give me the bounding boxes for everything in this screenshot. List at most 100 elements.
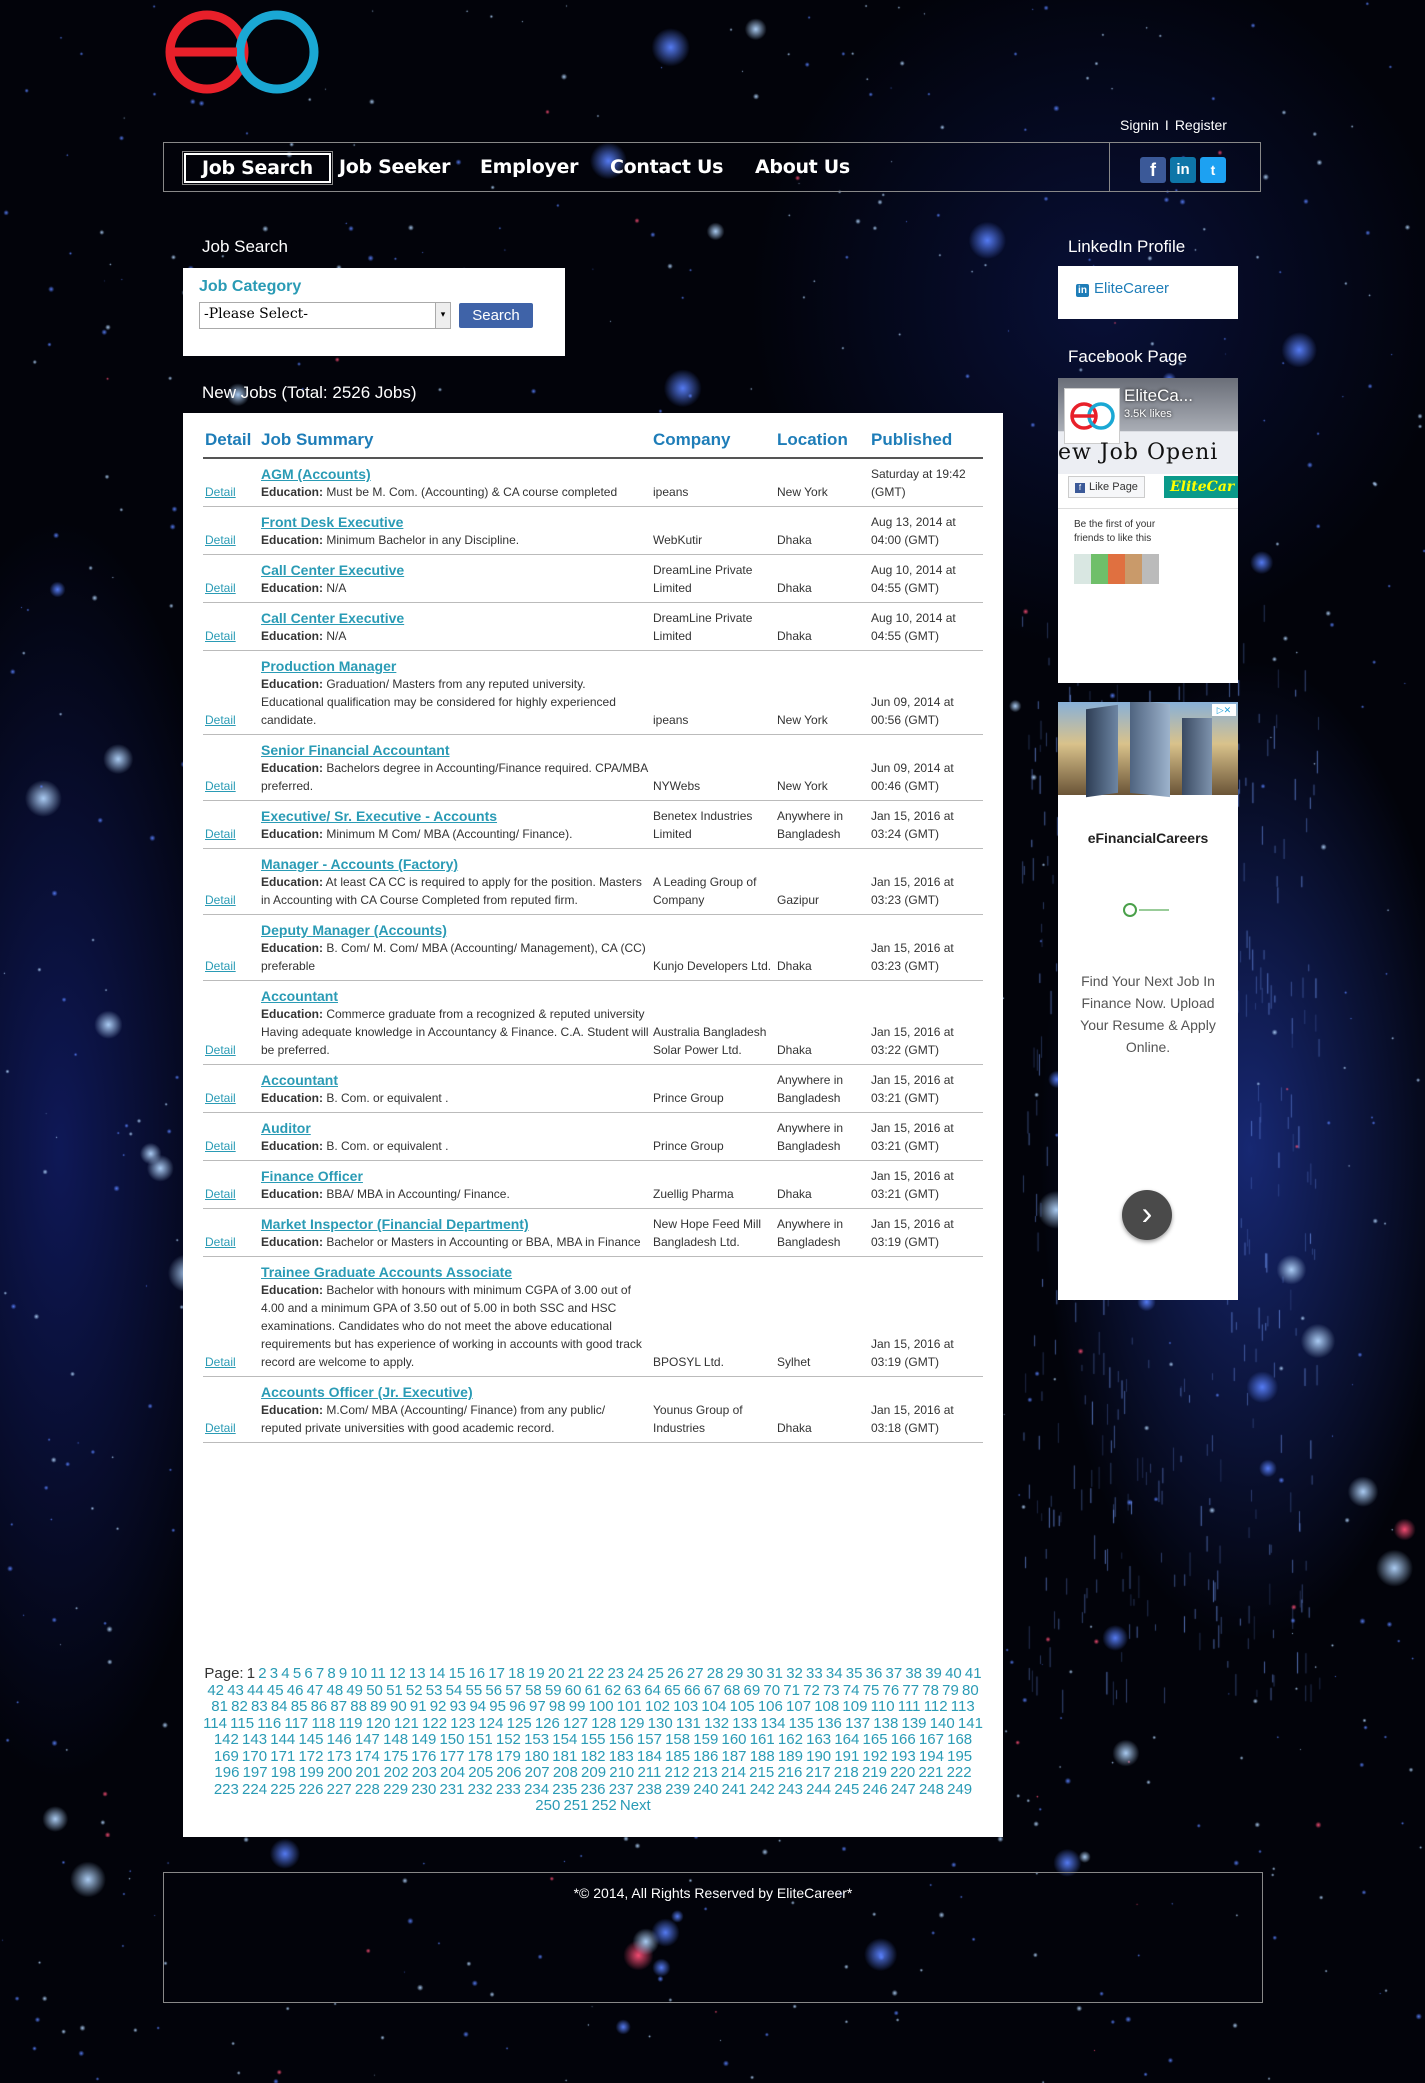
register-link[interactable]: Register bbox=[1175, 117, 1227, 133]
page-link-current[interactable]: 1 bbox=[247, 1665, 255, 1682]
page-link[interactable]: 70 bbox=[763, 1682, 780, 1699]
page-link[interactable]: 146 bbox=[327, 1731, 352, 1748]
page-link[interactable]: 169 bbox=[214, 1748, 239, 1765]
page-link[interactable]: 200 bbox=[327, 1764, 352, 1781]
page-link[interactable]: 180 bbox=[524, 1748, 549, 1765]
page-link[interactable]: 117 bbox=[284, 1715, 308, 1732]
avatar[interactable] bbox=[1142, 554, 1159, 584]
page-link[interactable]: 68 bbox=[724, 1682, 741, 1699]
page-link[interactable]: 172 bbox=[298, 1748, 323, 1765]
page-link[interactable]: 83 bbox=[251, 1698, 268, 1715]
page-link[interactable]: 111 bbox=[898, 1698, 921, 1715]
detail-link[interactable]: Detail bbox=[205, 533, 236, 547]
page-link[interactable]: 62 bbox=[605, 1682, 622, 1699]
page-link[interactable]: 195 bbox=[947, 1748, 972, 1765]
page-link[interactable]: 227 bbox=[327, 1781, 352, 1798]
page-link[interactable]: 30 bbox=[746, 1665, 763, 1682]
page-link[interactable]: 121 bbox=[394, 1715, 419, 1732]
page-link[interactable]: 175 bbox=[383, 1748, 408, 1765]
page-link[interactable]: 126 bbox=[535, 1715, 560, 1732]
page-link[interactable]: 125 bbox=[507, 1715, 532, 1732]
page-link[interactable]: 177 bbox=[439, 1748, 464, 1765]
avatar[interactable] bbox=[1108, 554, 1125, 584]
page-link[interactable]: 231 bbox=[439, 1781, 464, 1798]
page-link[interactable]: 80 bbox=[962, 1682, 979, 1699]
page-link[interactable]: 122 bbox=[422, 1715, 447, 1732]
page-link[interactable]: 157 bbox=[637, 1731, 662, 1748]
page-link[interactable]: 12 bbox=[389, 1665, 406, 1682]
page-link[interactable]: 32 bbox=[786, 1665, 803, 1682]
page-link[interactable]: 94 bbox=[469, 1698, 486, 1715]
page-link[interactable]: 57 bbox=[505, 1682, 522, 1699]
page-link[interactable]: 182 bbox=[580, 1748, 605, 1765]
page-link[interactable]: 217 bbox=[806, 1764, 831, 1781]
page-link[interactable]: 82 bbox=[231, 1698, 248, 1715]
facebook-icon[interactable]: f bbox=[1140, 157, 1166, 183]
page-link[interactable]: 183 bbox=[609, 1748, 634, 1765]
page-link[interactable]: 238 bbox=[637, 1781, 662, 1798]
page-link[interactable]: 36 bbox=[866, 1665, 883, 1682]
page-link[interactable]: 155 bbox=[580, 1731, 605, 1748]
page-link[interactable]: 194 bbox=[919, 1748, 944, 1765]
nav-job-seeker[interactable]: Job Seeker bbox=[339, 156, 450, 178]
page-link[interactable]: 39 bbox=[925, 1665, 942, 1682]
page-link[interactable]: 129 bbox=[619, 1715, 644, 1732]
page-link[interactable]: 96 bbox=[509, 1698, 526, 1715]
page-link[interactable]: 203 bbox=[412, 1764, 437, 1781]
advertisement[interactable]: ▷✕ eFinancialCareers Find Your Next Job … bbox=[1058, 702, 1238, 1300]
nav-job-search[interactable]: Job Search bbox=[182, 151, 333, 185]
page-link[interactable]: 128 bbox=[591, 1715, 616, 1732]
detail-link[interactable]: Detail bbox=[205, 1043, 236, 1057]
page-link[interactable]: 127 bbox=[563, 1715, 588, 1732]
page-link[interactable]: 45 bbox=[267, 1682, 284, 1699]
job-title-link[interactable]: Call Center Executive bbox=[261, 609, 649, 627]
job-title-link[interactable]: AGM (Accounts) bbox=[261, 465, 649, 483]
page-link[interactable]: 185 bbox=[665, 1748, 690, 1765]
page-link[interactable]: 252 bbox=[592, 1797, 617, 1814]
page-link[interactable]: 221 bbox=[918, 1764, 943, 1781]
job-title-link[interactable]: Front Desk Executive bbox=[261, 513, 649, 531]
page-link[interactable]: 87 bbox=[330, 1698, 347, 1715]
page-link[interactable]: 181 bbox=[552, 1748, 577, 1765]
detail-link[interactable]: Detail bbox=[205, 779, 236, 793]
page-link[interactable]: 67 bbox=[704, 1682, 721, 1699]
page-link[interactable]: 249 bbox=[947, 1781, 972, 1798]
job-title-link[interactable]: Accounts Officer (Jr. Executive) bbox=[261, 1383, 649, 1401]
page-link[interactable]: 207 bbox=[525, 1764, 550, 1781]
job-title-link[interactable]: Executive/ Sr. Executive - Accounts bbox=[261, 807, 649, 825]
detail-link[interactable]: Detail bbox=[205, 1187, 236, 1201]
page-link[interactable]: 85 bbox=[291, 1698, 308, 1715]
facebook-like-button[interactable]: f Like Page bbox=[1068, 476, 1145, 498]
page-link[interactable]: 213 bbox=[693, 1764, 718, 1781]
page-link[interactable]: 86 bbox=[311, 1698, 328, 1715]
facebook-page-name[interactable]: EliteCa... bbox=[1124, 386, 1193, 406]
page-link[interactable]: 72 bbox=[803, 1682, 820, 1699]
page-link[interactable]: 215 bbox=[749, 1764, 774, 1781]
page-link[interactable]: 247 bbox=[891, 1781, 916, 1798]
page-link[interactable]: 212 bbox=[665, 1764, 690, 1781]
page-link[interactable]: 245 bbox=[834, 1781, 859, 1798]
page-link[interactable]: 47 bbox=[307, 1682, 324, 1699]
page-link[interactable]: 159 bbox=[693, 1731, 718, 1748]
page-link[interactable]: 65 bbox=[664, 1682, 681, 1699]
page-link[interactable]: 118 bbox=[311, 1715, 335, 1732]
page-link[interactable]: 75 bbox=[863, 1682, 880, 1699]
ad-image[interactable]: ▷✕ bbox=[1058, 702, 1238, 798]
page-link[interactable]: 201 bbox=[355, 1764, 380, 1781]
page-link[interactable]: 208 bbox=[553, 1764, 578, 1781]
page-link[interactable]: 246 bbox=[863, 1781, 888, 1798]
page-link[interactable]: 31 bbox=[766, 1665, 783, 1682]
page-link[interactable]: 139 bbox=[901, 1715, 926, 1732]
page-link[interactable]: 143 bbox=[242, 1731, 267, 1748]
detail-link[interactable]: Detail bbox=[205, 893, 236, 907]
job-title-link[interactable]: Market Inspector (Financial Department) bbox=[261, 1215, 649, 1233]
page-link[interactable]: 242 bbox=[750, 1781, 775, 1798]
page-link[interactable]: 7 bbox=[316, 1665, 324, 1682]
page-link[interactable]: 33 bbox=[806, 1665, 823, 1682]
page-link[interactable]: 211 bbox=[637, 1764, 661, 1781]
page-link[interactable]: 10 bbox=[350, 1665, 367, 1682]
page-link[interactable]: 190 bbox=[806, 1748, 831, 1765]
page-link[interactable]: 13 bbox=[409, 1665, 426, 1682]
page-link[interactable]: 58 bbox=[525, 1682, 542, 1699]
twitter-icon[interactable]: t bbox=[1200, 157, 1226, 183]
